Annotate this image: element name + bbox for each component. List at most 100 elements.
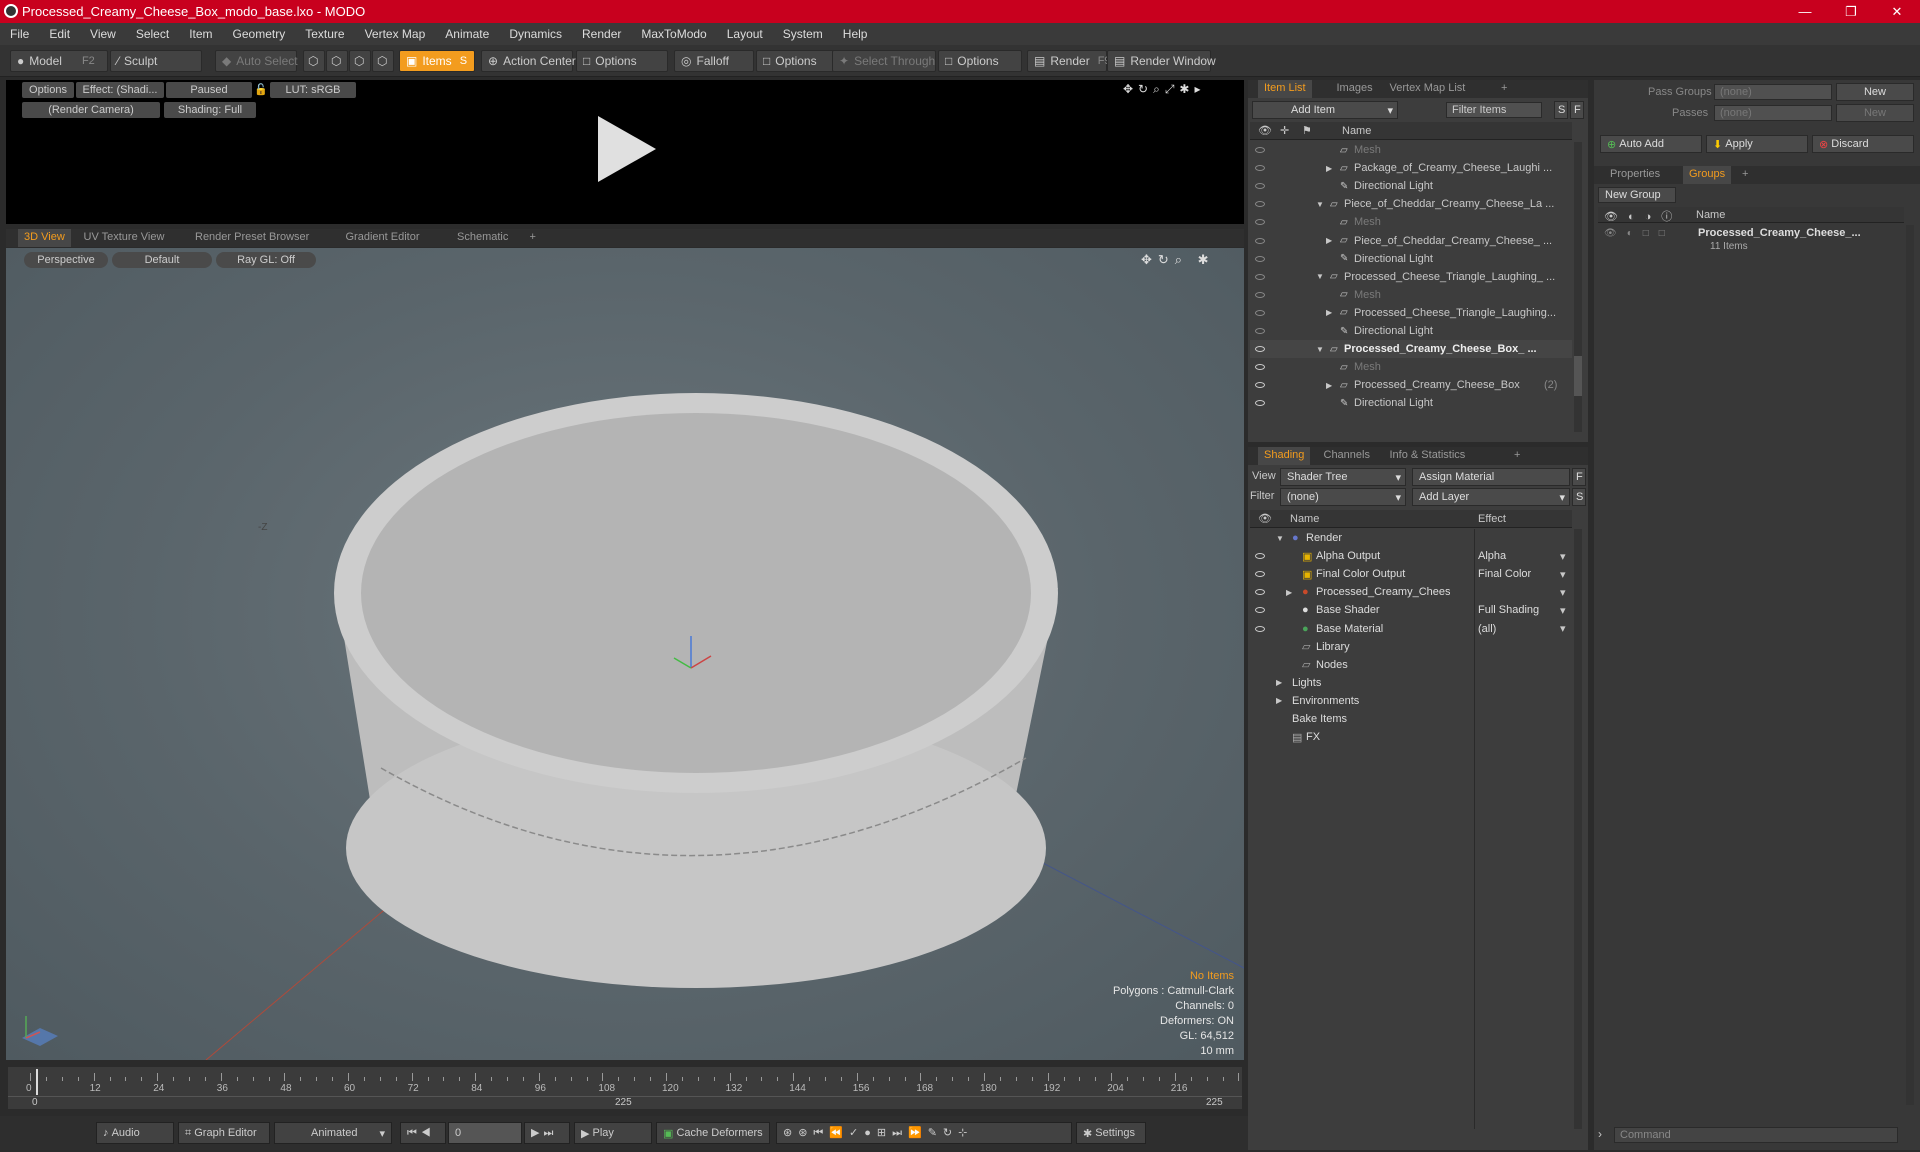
- lock-icon[interactable]: 🔓: [254, 83, 268, 96]
- maximize-button[interactable]: ❐: [1828, 0, 1874, 23]
- item-list-row[interactable]: ✎ Directional Light: [1250, 250, 1572, 268]
- close-button[interactable]: ✕: [1874, 0, 1920, 23]
- shader-tree-row[interactable]: ▤ FX: [1250, 728, 1572, 746]
- command-input[interactable]: Command: [1614, 1127, 1898, 1143]
- shader-effect-dropdown[interactable]: Alpha: [1478, 550, 1506, 562]
- menu-system[interactable]: System: [773, 27, 833, 41]
- settings-button[interactable]: ✱ Settings: [1076, 1122, 1146, 1144]
- filter-s-button[interactable]: S: [1554, 101, 1568, 119]
- visibility-eye-icon[interactable]: [1255, 364, 1265, 371]
- item-list-row[interactable]: ▼ ▱ Piece_of_Cheddar_Creamy_Cheese_La ...: [1250, 195, 1572, 213]
- menu-item[interactable]: Item: [179, 27, 222, 41]
- preview-nav-icons[interactable]: ✥↻⌕⤢✱▸: [1123, 82, 1206, 97]
- minimize-button[interactable]: —: [1782, 0, 1828, 23]
- timeline-playhead[interactable]: [36, 1069, 38, 1095]
- item-list-row[interactable]: ✎ Directional Light: [1250, 394, 1572, 412]
- discard-button[interactable]: ⊗ Discard: [1812, 135, 1914, 153]
- panel-tab-1[interactable]: Channels: [1318, 447, 1376, 465]
- panel-tab-0[interactable]: Item List: [1258, 80, 1312, 98]
- visibility-eye-icon[interactable]: [1255, 147, 1265, 153]
- key-tools-strip[interactable]: ⊛⊛⏮⏪✓●⊞⏭⏩✎↻⊹: [776, 1122, 1072, 1144]
- visibility-eye-icon[interactable]: [1255, 255, 1265, 262]
- transport-back-buttons[interactable]: ⏮◀: [400, 1122, 446, 1144]
- edge-select-button[interactable]: ⬡: [326, 50, 348, 72]
- viewport-tab-5[interactable]: +: [524, 229, 542, 247]
- shader-tree-row[interactable]: ● Base Material (all) ▾: [1250, 620, 1572, 638]
- timeline-ruler[interactable]: 0 12 24 36 48 60 72 84 96 108 120 132 144 156 168 180 19…: [8, 1067, 1242, 1097]
- menu-dynamics[interactable]: Dynamics: [499, 27, 572, 41]
- expand-arrow-icon[interactable]: ▶: [1286, 588, 1292, 597]
- item-list-row[interactable]: ▶ ▱ Piece_of_Cheddar_Creamy_Cheese_ ...: [1250, 232, 1572, 250]
- visibility-eye-icon[interactable]: [1255, 273, 1265, 280]
- visibility-eye-icon[interactable]: [1255, 309, 1265, 316]
- visibility-eye-icon[interactable]: [1255, 183, 1265, 190]
- shader-tree-row[interactable]: ▶ Lights: [1250, 674, 1572, 692]
- expand-arrow-icon[interactable]: ▶: [1326, 381, 1332, 390]
- panel-tab-0[interactable]: Shading: [1258, 447, 1311, 465]
- transport-forward-buttons[interactable]: ▶⏭: [524, 1122, 570, 1144]
- menu-geometry[interactable]: Geometry: [223, 27, 296, 41]
- effect-dropdown[interactable]: Effect: (Shadi...: [76, 82, 164, 98]
- visibility-eye-icon[interactable]: [1255, 400, 1265, 407]
- menu-texture[interactable]: Texture: [295, 27, 354, 41]
- expand-arrow-icon[interactable]: ▶: [1276, 696, 1282, 705]
- paused-button[interactable]: Paused: [166, 82, 252, 98]
- chevron-down-icon[interactable]: ▾: [1560, 568, 1566, 581]
- model-mode-button[interactable]: ● Model F2: [10, 50, 108, 72]
- item-list-row[interactable]: ▱ Mesh: [1250, 141, 1572, 159]
- 3d-viewport[interactable]: Perspective Default Ray GL: Off ✥↻⌕ ✱ -Z…: [6, 248, 1244, 1060]
- expand-arrow-icon[interactable]: ▼: [1316, 200, 1324, 209]
- auto-select-button[interactable]: ◆ Auto Select: [215, 50, 298, 72]
- item-list-row[interactable]: ▶ ▱ Package_of_Creamy_Cheese_Laughi ...: [1250, 159, 1572, 177]
- new-pass-group-button[interactable]: New: [1836, 83, 1914, 101]
- timeline[interactable]: 0 12 24 36 48 60 72 84 96 108 120 132 144 156 168 180 19…: [8, 1067, 1242, 1109]
- shader-tree-row[interactable]: ▣ Final Color Output Final Color ▾: [1250, 565, 1572, 583]
- audio-button[interactable]: ♪ Audio: [96, 1122, 174, 1144]
- panel-tab-3[interactable]: +: [1508, 447, 1526, 465]
- shader-tree-row[interactable]: ▼ ● Render: [1250, 529, 1572, 547]
- visibility-eye-icon[interactable]: [1255, 553, 1265, 560]
- expand-arrow-icon[interactable]: ▼: [1316, 345, 1324, 354]
- menu-layout[interactable]: Layout: [717, 27, 773, 41]
- groups-scrollbar[interactable]: [1906, 225, 1914, 1105]
- visibility-eye-icon[interactable]: [1255, 607, 1265, 614]
- shading-filter-dropdown[interactable]: (none) ▾: [1280, 488, 1406, 506]
- expand-arrow-icon[interactable]: ▼: [1276, 534, 1284, 543]
- item-list-row[interactable]: ▱ Mesh: [1250, 286, 1572, 304]
- shader-tree-row[interactable]: ▶ ● Processed_Creamy_Chees... ▾: [1250, 583, 1572, 601]
- item-list-row[interactable]: ▼ ▱ Processed_Creamy_Cheese_Box_ ...: [1250, 340, 1572, 359]
- menu-help[interactable]: Help: [833, 27, 878, 41]
- polygon-select-button[interactable]: ⬡: [349, 50, 371, 72]
- shader-tree-row[interactable]: ● Base Shader Full Shading ▾: [1250, 601, 1572, 619]
- shader-tree-row[interactable]: ▣ Alpha Output Alpha ▾: [1250, 547, 1572, 565]
- new-group-button[interactable]: New Group: [1598, 187, 1676, 203]
- panel-tab-2[interactable]: Info & Statistics: [1384, 447, 1472, 465]
- group-row[interactable]: 👁◐□□ Processed_Creamy_Cheese_... 11 Item…: [1598, 225, 1904, 255]
- item-list-row[interactable]: ▶ ▱ Processed_Creamy_Cheese_Box (2): [1250, 376, 1572, 394]
- item-list-row[interactable]: ✎ Directional Light: [1250, 177, 1572, 195]
- add-item-dropdown[interactable]: Add Item ▾: [1252, 101, 1398, 119]
- menu-render[interactable]: Render: [572, 27, 631, 41]
- shader-effect-dropdown[interactable]: Final Color: [1478, 568, 1531, 580]
- menu-file[interactable]: File: [0, 27, 39, 41]
- passes-dropdown[interactable]: (none): [1714, 105, 1832, 121]
- animated-dropdown[interactable]: Animated ▾: [274, 1122, 392, 1144]
- item-list-scrollbar[interactable]: [1574, 142, 1582, 432]
- preview-options-button[interactable]: Options: [22, 82, 74, 98]
- frame-input[interactable]: 0: [448, 1122, 522, 1144]
- shading-s-button[interactable]: S: [1572, 488, 1586, 506]
- shader-tree-row[interactable]: ▱ Nodes: [1250, 656, 1572, 674]
- panel-tab-1[interactable]: Images: [1331, 80, 1379, 98]
- viewport-tab-1[interactable]: UV Texture View: [78, 229, 171, 247]
- chevron-down-icon[interactable]: ▾: [1560, 550, 1566, 563]
- panel-tab-2[interactable]: +: [1736, 166, 1754, 184]
- filter-f-button[interactable]: F: [1570, 101, 1584, 119]
- visibility-eye-icon[interactable]: [1255, 219, 1265, 226]
- render-window-button[interactable]: ▤ Render Window: [1107, 50, 1216, 72]
- vertex-select-button[interactable]: ⬡: [303, 50, 325, 72]
- chevron-down-icon[interactable]: ▾: [1560, 622, 1566, 635]
- shader-effect-dropdown[interactable]: (all): [1478, 623, 1496, 635]
- render-button[interactable]: ▤ Render F9: [1027, 50, 1111, 72]
- shading-dropdown[interactable]: Shading: Full: [164, 102, 256, 118]
- visibility-eye-icon[interactable]: [1255, 625, 1265, 632]
